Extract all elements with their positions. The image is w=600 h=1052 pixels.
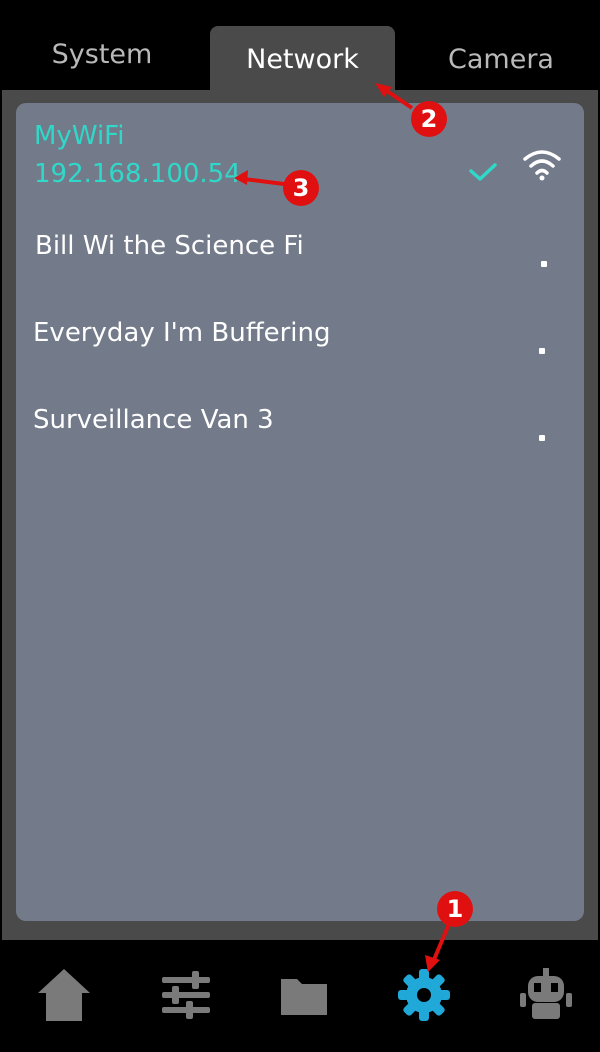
network-row[interactable]: Everyday I'm Buffering bbox=[16, 314, 584, 394]
network-ip-address: 192.168.100.54 bbox=[34, 159, 241, 189]
network-row[interactable]: Bill Wi the Science Fi bbox=[16, 227, 584, 307]
wifi-weak-dot-icon bbox=[541, 261, 547, 267]
annotation-marker-3: 3 bbox=[283, 170, 319, 206]
network-ssid: Everyday I'm Buffering bbox=[33, 318, 331, 348]
annotation-marker-2: 2 bbox=[411, 101, 447, 137]
tab-bar: System Network Camera bbox=[0, 0, 600, 92]
sliders-icon[interactable] bbox=[156, 965, 216, 1025]
tab-system[interactable]: System bbox=[2, 22, 202, 86]
check-icon bbox=[469, 163, 497, 181]
wifi-weak-dot-icon bbox=[539, 435, 545, 441]
robot-icon[interactable] bbox=[516, 965, 576, 1025]
wifi-icon bbox=[523, 150, 561, 181]
network-list-panel: MyWiFi 192.168.100.54 Bill Wi the Scienc… bbox=[16, 103, 584, 921]
network-ssid: Bill Wi the Science Fi bbox=[35, 231, 304, 261]
wifi-weak-dot-icon bbox=[539, 348, 545, 354]
network-row[interactable]: Surveillance Van 3 bbox=[16, 401, 584, 481]
home-icon[interactable] bbox=[34, 965, 94, 1025]
folder-icon[interactable] bbox=[275, 965, 335, 1025]
annotation-marker-1: 1 bbox=[437, 891, 473, 927]
tab-network[interactable]: Network bbox=[210, 26, 395, 92]
tab-camera[interactable]: Camera bbox=[402, 26, 600, 92]
gear-icon[interactable] bbox=[394, 965, 454, 1025]
network-ssid: Surveillance Van 3 bbox=[33, 405, 274, 435]
network-ssid: MyWiFi bbox=[34, 121, 125, 151]
